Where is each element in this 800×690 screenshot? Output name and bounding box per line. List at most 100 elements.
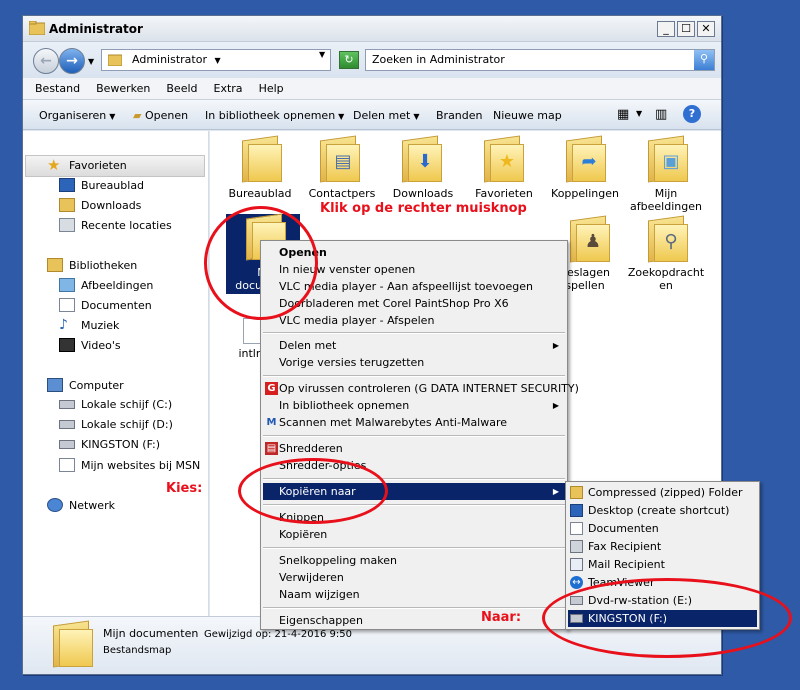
- open-label: Openen: [144, 109, 189, 122]
- menu-item-create-shortcut[interactable]: Snelkoppeling maken: [263, 552, 565, 569]
- menu-bar: Bestand Bewerken Beeld Extra Help: [23, 78, 721, 100]
- folder-label: Mijn: [654, 187, 678, 200]
- include-library-label: In bibliotheek opnemen: [205, 109, 336, 122]
- sidebar-item-computer[interactable]: Computer: [47, 378, 124, 392]
- sidebar-item-downloads[interactable]: Downloads: [59, 198, 141, 212]
- sidebar-item-documents[interactable]: Documenten: [59, 298, 152, 312]
- folder-open-icon: ▰: [133, 109, 142, 122]
- folder-icon: ➦: [556, 135, 612, 183]
- mail-icon: [570, 558, 583, 571]
- menu-item-delete[interactable]: Verwijderen: [263, 569, 565, 586]
- menu-item-corel[interactable]: Doorbladeren met Corel PaintShop Pro X6: [263, 295, 565, 312]
- send-to-mail[interactable]: Mail Recipient: [568, 556, 757, 573]
- sidebar-item-drive-c[interactable]: Lokale schijf (C:): [59, 398, 172, 411]
- highlight-ellipse-folder: [204, 206, 318, 320]
- back-button[interactable]: ←: [33, 48, 59, 74]
- menu-item-restore-versions[interactable]: Vorige versies terugzetten: [263, 354, 565, 371]
- preview-pane-icon[interactable]: ▥: [655, 107, 667, 122]
- menu-file[interactable]: Bestand: [27, 78, 88, 99]
- view-options-icon[interactable]: ▦: [617, 107, 629, 122]
- sidebar-item-label: Documenten: [81, 298, 152, 312]
- minimize-button[interactable]: _: [657, 21, 675, 37]
- sidebar-item-videos[interactable]: Video's: [59, 338, 121, 352]
- menu-item-label: Shredderen: [279, 442, 343, 455]
- breadcrumb[interactable]: Administrator: [132, 53, 207, 66]
- menu-edit[interactable]: Bewerken: [88, 78, 158, 99]
- forward-button[interactable]: →: [59, 48, 85, 74]
- submenu-arrow-icon: ▶: [552, 341, 559, 350]
- chevron-down-icon: ▼: [413, 112, 420, 121]
- folder-label: Bureaublad: [228, 187, 292, 200]
- address-field[interactable]: Administrator ▼: [101, 49, 331, 71]
- help-icon[interactable]: ?: [683, 105, 701, 123]
- send-to-desktop[interactable]: Desktop (create shortcut): [568, 502, 757, 519]
- history-dropdown-icon[interactable]: ▼: [88, 57, 94, 66]
- sidebar-item-desktop[interactable]: Bureaublad: [59, 178, 144, 192]
- menu-item-shred[interactable]: ▤ Shredderen: [263, 440, 565, 457]
- share-button[interactable]: Delen met ▼: [353, 109, 419, 122]
- documents-icon: [570, 522, 583, 535]
- details-name: Mijn documenten: [103, 627, 199, 640]
- close-button[interactable]: ✕: [697, 21, 715, 37]
- include-library-button[interactable]: In bibliotheek opnemen ▼: [205, 109, 344, 122]
- menu-item-share[interactable]: Delen met ▶: [263, 337, 565, 354]
- refresh-button[interactable]: ↻: [339, 51, 359, 69]
- address-dropdown-icon[interactable]: ▼: [319, 50, 325, 59]
- sidebar-item-pictures[interactable]: Afbeeldingen: [59, 278, 153, 292]
- command-bar: Organiseren ▼ ▰ Openen In bibliotheek opn…: [23, 100, 721, 130]
- sidebar-item-label: Computer: [69, 378, 124, 392]
- menu-item-copy[interactable]: Kopiëren: [263, 526, 565, 543]
- sidebar-item-label: KINGSTON (F:): [81, 438, 161, 451]
- new-folder-button[interactable]: Nieuwe map: [493, 109, 562, 122]
- usb-drive-icon: [59, 440, 75, 449]
- sidebar-item-favorites[interactable]: ★ Favorieten: [47, 158, 127, 173]
- hard-drive-icon: [59, 420, 75, 429]
- zip-folder-icon: [570, 486, 583, 499]
- sidebar-item-label: Downloads: [81, 198, 142, 212]
- malwarebytes-icon: M: [266, 417, 277, 428]
- folder-label: Contactpers: [308, 187, 376, 200]
- sidebar-item-label: Lokale schijf (C:): [81, 398, 173, 411]
- menu-view[interactable]: Beeld: [158, 78, 205, 99]
- send-to-zip[interactable]: Compressed (zipped) Folder: [568, 484, 757, 501]
- search-icon[interactable]: ⚲: [694, 50, 714, 70]
- menu-help[interactable]: Help: [251, 78, 292, 99]
- organize-button[interactable]: Organiseren ▼: [39, 109, 115, 122]
- chevron-down-icon[interactable]: ▼: [215, 56, 221, 65]
- computer-icon: [47, 378, 63, 392]
- open-button[interactable]: ▰ Openen: [133, 109, 188, 122]
- folder-icon: ▤: [310, 135, 366, 183]
- maximize-button[interactable]: ☐: [677, 21, 695, 37]
- send-to-documents[interactable]: Documenten: [568, 520, 757, 537]
- sidebar-item-msn[interactable]: Mijn websites bij MSN: [59, 458, 200, 472]
- menu-item-gdata-scan[interactable]: G Op virussen controleren (G DATA INTERNE…: [263, 380, 579, 397]
- desktop-icon: [570, 504, 583, 517]
- share-label: Delen met: [353, 109, 411, 122]
- documents-icon: [59, 298, 75, 312]
- menu-item-rename[interactable]: Naam wijzigen: [263, 586, 565, 603]
- burn-button[interactable]: Branden: [436, 109, 483, 122]
- recent-places-icon: [59, 218, 75, 232]
- menu-item-vlc-play[interactable]: VLC media player - Afspelen: [263, 312, 565, 329]
- sidebar-item-libraries[interactable]: Bibliotheken: [47, 258, 137, 272]
- menu-separator: [263, 332, 565, 334]
- sidebar-item-drive-d[interactable]: Lokale schijf (D:): [59, 418, 173, 431]
- menu-item-malwarebytes[interactable]: M Scannen met Malwarebytes Anti-Malware: [263, 414, 565, 431]
- sidebar-item-music[interactable]: ♪ Muziek: [59, 318, 119, 332]
- annotation-choose: Kies:: [166, 481, 203, 496]
- desktop-icon: [59, 178, 75, 192]
- chevron-down-icon[interactable]: ▼: [636, 109, 642, 118]
- sidebar-item-recent[interactable]: Recente locaties: [59, 218, 172, 232]
- send-to-fax[interactable]: Fax Recipient: [568, 538, 757, 555]
- details-type: Bestandsmap: [103, 645, 172, 656]
- sidebar-item-network[interactable]: Netwerk: [47, 498, 115, 512]
- address-bar: ← → ▼ Administrator ▼ ▼ ↻ Zoeken in Admi…: [23, 42, 721, 78]
- sidebar-item-kingston[interactable]: KINGSTON (F:): [59, 438, 160, 451]
- menu-item-include-library[interactable]: In bibliotheek opnemen ▶: [263, 397, 565, 414]
- folder-label: Zoekopdracht: [627, 266, 705, 279]
- search-input[interactable]: Zoeken in Administrator ⚲: [365, 49, 715, 71]
- folder-icon: ⚲: [638, 215, 694, 263]
- folder-icon: [29, 21, 45, 35]
- title-bar[interactable]: Administrator _ ☐ ✕: [23, 16, 721, 42]
- menu-tools[interactable]: Extra: [206, 78, 251, 99]
